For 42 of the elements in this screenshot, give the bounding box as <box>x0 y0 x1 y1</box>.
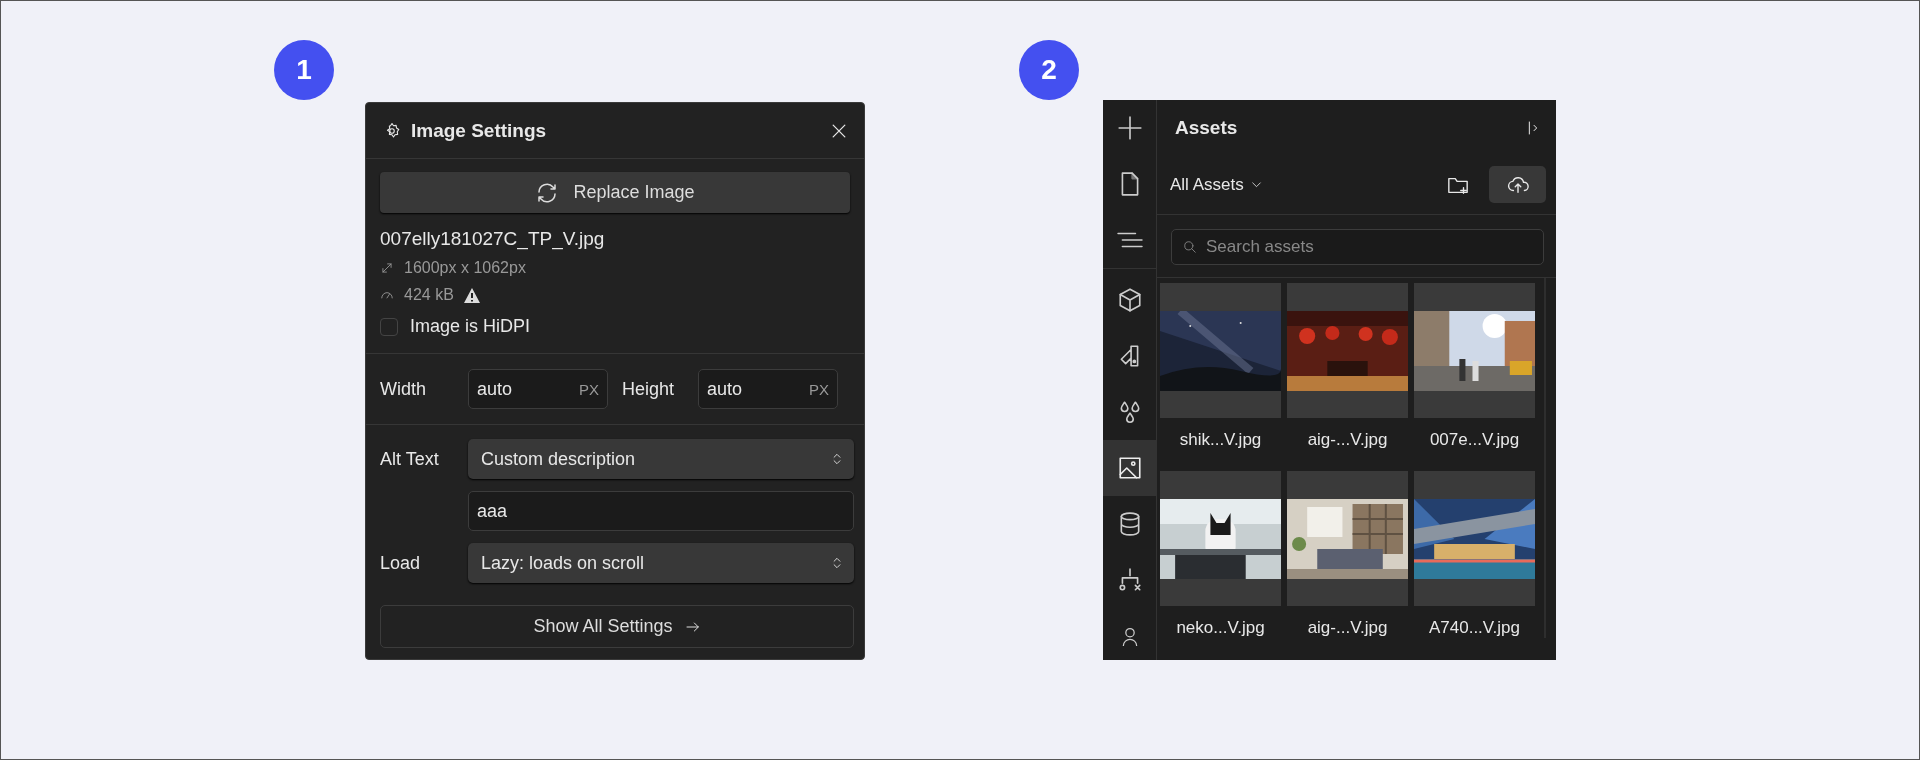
field-label: Height <box>621 378 676 400</box>
asset-name: 007e...V.jpg <box>1428 429 1521 450</box>
panel-title: Image Settings <box>411 119 548 142</box>
filter-dropdown[interactable]: All Assets <box>1170 174 1439 195</box>
field-label: Alt Text <box>380 448 440 470</box>
asset-name: shik...V.jpg <box>1178 429 1263 450</box>
search-icon <box>1183 240 1197 254</box>
step-badge: 1 <box>274 40 334 100</box>
image-dimensions: 1600px x 1062px <box>404 259 526 277</box>
asset-thumbnail[interactable] <box>1287 283 1408 418</box>
image-icon <box>1116 455 1143 481</box>
asset-name: aig-...V.jpg <box>1306 617 1389 638</box>
resize-icon <box>380 261 394 275</box>
step-badge: 2 <box>1019 40 1079 100</box>
asset-thumbnail[interactable] <box>1414 283 1535 418</box>
panel-title: Assets <box>1175 116 1238 139</box>
asset-name: neko...V.jpg <box>1175 617 1266 638</box>
file-name: 007elly181027C_TP_V.jpg <box>380 228 606 250</box>
alt-text-dropdown[interactable]: Custom description <box>468 439 854 479</box>
plus-icon <box>1116 115 1143 141</box>
show-all-settings-button[interactable]: Show All Settings <box>380 605 854 648</box>
load-dropdown[interactable]: Lazy: loads on scroll <box>468 543 854 583</box>
upload-button[interactable] <box>1489 166 1546 203</box>
sidebar-tab[interactable] <box>1103 440 1156 496</box>
height-field[interactable]: auto PX <box>698 369 838 409</box>
width-field[interactable]: auto PX <box>468 369 608 409</box>
asset-name: A740...V.jpg <box>1427 617 1522 638</box>
field-label: Width <box>380 378 427 400</box>
asset-thumbnail[interactable] <box>1160 283 1281 418</box>
field-label: Load <box>380 552 422 574</box>
asset-thumbnail[interactable] <box>1287 471 1408 606</box>
file-size: 424 kB <box>404 286 454 304</box>
branch-icon <box>1116 567 1143 593</box>
search-field[interactable]: Search assets <box>1171 229 1544 265</box>
cube-icon <box>1116 287 1143 313</box>
alt-text-field[interactable]: aaa <box>468 491 854 531</box>
hidpi-checkbox[interactable] <box>380 317 398 336</box>
asset-name: aig-...V.jpg <box>1306 429 1389 450</box>
replace-image-button[interactable]: Replace Image <box>380 172 850 213</box>
checkbox-label: Image is HiDPI <box>410 316 531 337</box>
asset-thumbnail[interactable] <box>1160 471 1281 606</box>
asset-thumbnail[interactable] <box>1414 471 1535 606</box>
